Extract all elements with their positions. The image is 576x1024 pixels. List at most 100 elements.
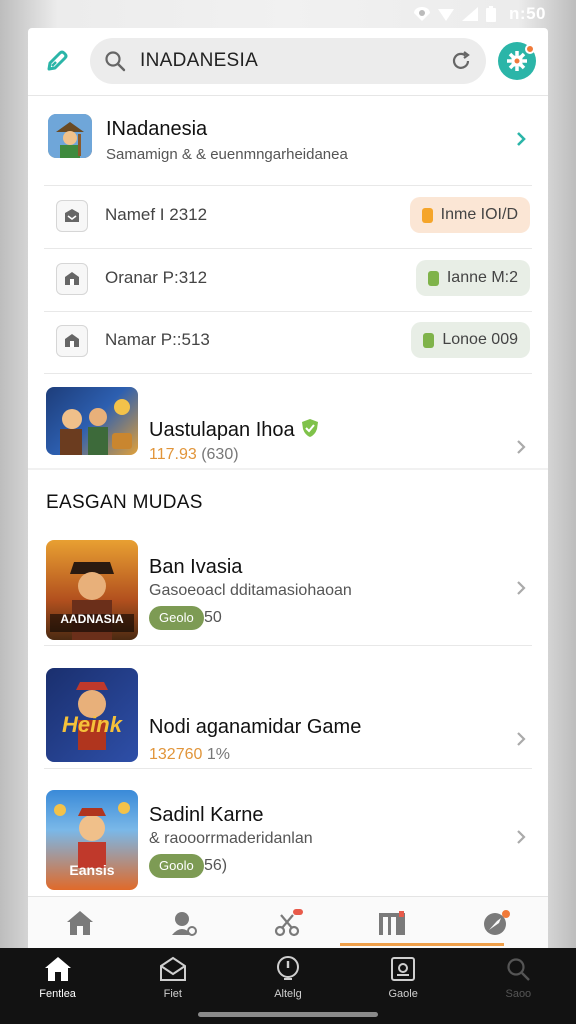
game-icon [391,957,416,981]
game-title: Nodi aganamidar Game [149,716,362,738]
pencil-icon [47,50,68,71]
promo-row[interactable]: Uastulapan Ihoa 117.93 (630) [28,374,548,468]
search-bar[interactable]: INADANESIA [90,38,486,84]
home-icon [67,910,93,935]
game-row[interactable]: AADNASIA Ban Ivasia Gasoeoacl dditamasio… [28,534,548,646]
list-item[interactable]: Oranar P:312 Ianne M:2 [28,249,548,311]
settings-avatar-button[interactable] [498,42,536,80]
search-input[interactable]: INADANESIA [140,50,450,72]
tab-compass[interactable] [476,903,516,943]
wifi-icon [438,9,455,21]
game-thumbnail: AADNASIA [46,540,138,640]
tab-home[interactable] [60,903,100,943]
promo-title-wrap: Uastulapan Ihoa [149,418,320,442]
game-thumbnail-text: AADNASIA [60,612,124,626]
pill-indicator [421,207,433,223]
game-number: 132760 [149,746,203,763]
game-subtitle: & raooorrmaderidanlan [149,830,313,847]
refresh-icon[interactable] [450,50,472,72]
game-thumbnail-text: Eansis [69,862,115,878]
pill-indicator [427,270,439,286]
chevron-right-icon [517,830,526,844]
status-bar: n:50 [0,0,576,28]
notification-dot [525,44,535,54]
game-stats: 132760 1% [149,746,230,764]
game-tag-count: 50 [204,609,222,626]
nav-label: Fentlea [39,988,76,1000]
game-thumbnail: Eansis [46,790,138,890]
chevron-right-icon [517,132,526,146]
promo-number: 117.93 [149,446,197,463]
home-icon [44,957,71,981]
top-bar: INADANESIA [28,28,548,96]
section-title: EASGAN MUDAS [46,492,203,513]
game-row[interactable]: Heink Nodi aganamidar Game 132760 1% [28,658,548,770]
game-thumbnail: Heink [46,668,138,762]
person-icon [172,911,197,936]
item-label: Oranar P:312 [105,268,208,287]
nav-label: Gaole [388,988,418,1000]
nav-label: Fiet [163,988,182,1000]
verified-shield-icon [302,419,319,437]
divider [44,768,532,769]
divider [44,645,532,646]
game-subtitle: Gasoeoacl dditamasiohaoan [149,582,352,599]
pill-label: Inme IOI/D [440,206,518,223]
pill-indicator [423,332,435,348]
featured-app-row[interactable]: INadanesia Samamign & & euenmngarheidane… [28,108,548,184]
app-thumbnail [48,114,92,158]
envelope-icon [159,956,186,981]
item-pill-button[interactable]: Lonoe 009 [411,322,530,358]
home-indicator-bar[interactable] [198,1012,378,1017]
active-tab-indicator [340,943,504,946]
status-time: n:50 [509,4,546,23]
game-title: Sadinl Karne [149,804,264,826]
promo-count: (630) [201,446,239,463]
game-tag[interactable]: Goolo [149,854,204,878]
app-title: INadanesia [106,118,208,140]
chevron-right-icon [517,440,526,454]
item-label: Namef I 2312 [105,205,208,224]
nav-item-search[interactable]: Saoo [473,954,563,1024]
item-icon [56,263,88,295]
section-separator [28,468,548,470]
promo-stats: 117.93 (630) [149,446,239,464]
item-icon [56,325,88,357]
game-row[interactable]: Eansis Sadinl Karne & raooorrmaderidanla… [28,780,548,892]
game-title: Ban Ivasia [149,556,243,578]
chevron-right-icon [517,732,526,746]
pill-label: Ianne M:2 [446,269,518,286]
promo-thumbnail [46,387,138,455]
inner-tab-bar [28,896,548,948]
game-tag[interactable]: Geolo [149,606,204,630]
tab-tools[interactable] [268,903,308,943]
item-icon [56,200,88,232]
search-icon [507,958,531,981]
pill-label: Lonoe 009 [442,331,518,348]
scissors-icon [274,908,303,936]
chevron-right-icon [517,581,526,595]
promo-title: Uastulapan Ihoa [149,419,295,441]
item-pill-button[interactable]: Ianne M:2 [415,260,530,296]
game-thumbnail-text: Heink [62,712,122,737]
edit-button[interactable] [42,46,72,76]
library-icon [379,910,405,935]
main-card: INADANESIA INadanesia Samamign & & euenm… [28,28,548,948]
item-pill-button[interactable]: Inme IOI/D [409,197,530,233]
signal-icon [462,7,479,21]
nav-label: Saoo [505,988,532,1000]
list-item[interactable]: Namar P::513 Lonoe 009 [28,311,548,373]
battery-icon [486,6,497,22]
nav-label: Altelg [274,988,302,1000]
list-item[interactable]: Namef I 2312 Inme IOI/D [28,186,548,248]
search-icon [105,51,126,72]
compass-icon [484,909,510,935]
game-tag-count: 56) [204,857,228,874]
alert-icon [276,956,299,980]
app-subtitle: Samamign & & euenmngarheidanea [106,146,348,163]
tab-library[interactable] [372,903,412,943]
nav-item-home[interactable]: Fentlea [13,954,103,1024]
game-percent: 1% [206,746,230,763]
item-label: Namar P::513 [105,330,210,349]
tab-profile[interactable] [164,903,204,943]
